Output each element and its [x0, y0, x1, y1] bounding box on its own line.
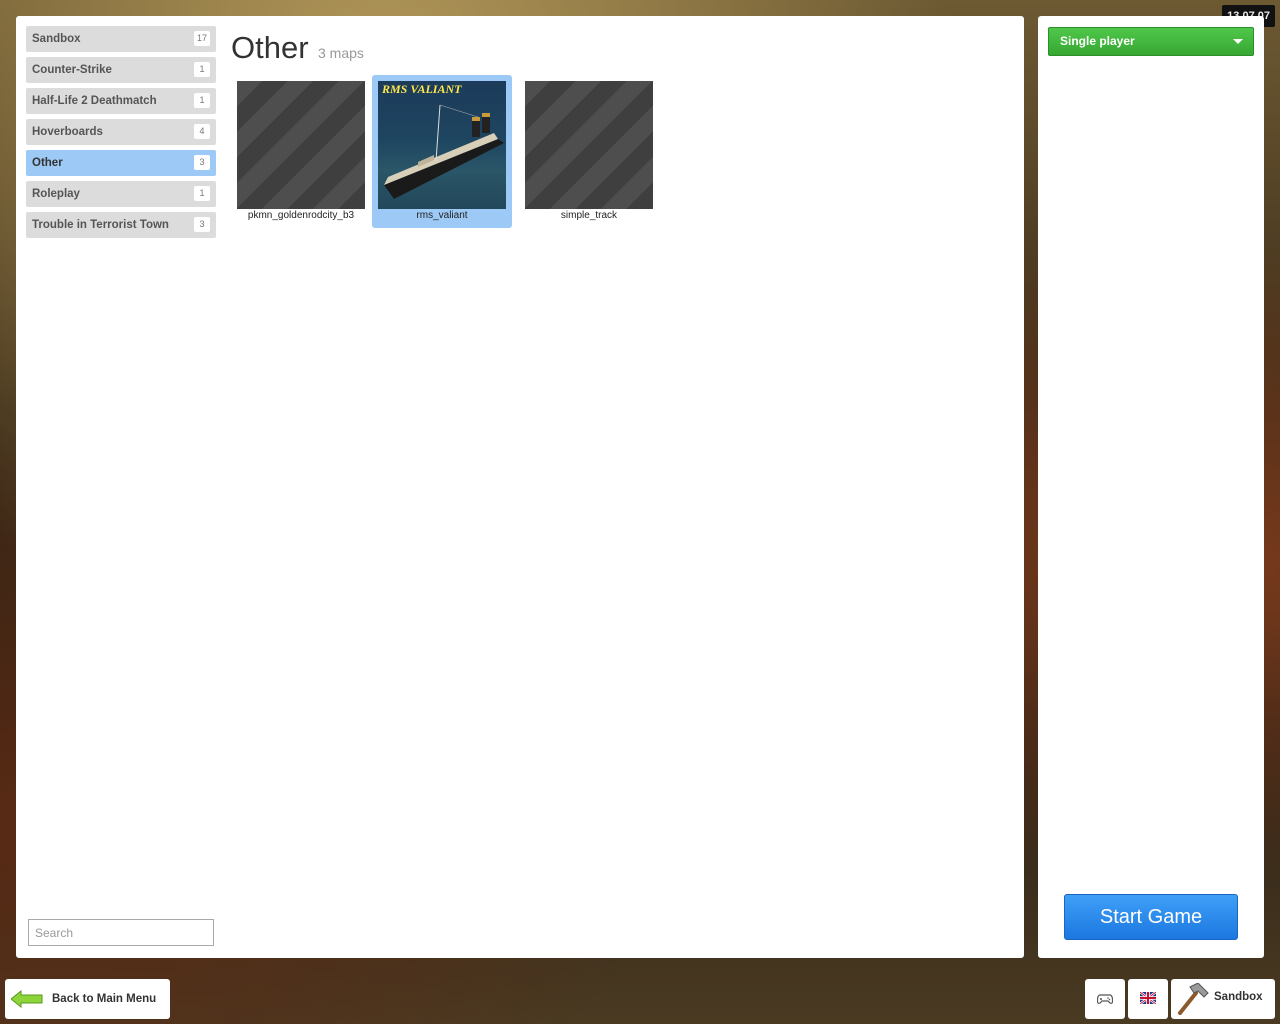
category-header: Other 3 maps: [231, 30, 364, 66]
back-arrow-icon: [11, 990, 43, 1008]
back-to-main-menu-button[interactable]: Back to Main Menu: [5, 979, 170, 1019]
category-item-roleplay[interactable]: Roleplay 1: [26, 181, 216, 207]
ship-image: [384, 104, 504, 199]
category-label: Trouble in Terrorist Town: [32, 219, 169, 231]
category-label: Hoverboards: [32, 126, 103, 138]
map-thumbnail: RMS VALIANT: [378, 81, 506, 209]
gamemode-button[interactable]: Sandbox: [1171, 979, 1275, 1019]
category-count-badge: 1: [194, 93, 210, 108]
category-count-badge: 3: [194, 217, 210, 232]
category-count-badge: 4: [194, 124, 210, 139]
category-item-sandbox[interactable]: Sandbox 17: [26, 26, 216, 52]
map-thumbnail-placeholder: [525, 81, 653, 209]
category-item-other[interactable]: Other 3: [26, 150, 216, 176]
map-tile[interactable]: pkmn_goldenrodcity_b3: [231, 75, 371, 228]
game-settings-panel: Single player Start Game: [1038, 16, 1264, 958]
category-count-badge: 1: [194, 62, 210, 77]
category-label: Other: [32, 157, 63, 169]
category-count-badge: 1: [194, 186, 210, 201]
map-tile[interactable]: simple_track: [519, 75, 659, 228]
category-item-counter-strike[interactable]: Counter-Strike 1: [26, 57, 216, 83]
map-thumbnail-placeholder: [237, 81, 365, 209]
map-browser-panel: Sandbox 17 Counter-Strike 1 Half-Life 2 …: [16, 16, 1024, 958]
gamepad-icon: [1097, 994, 1113, 1004]
map-count-label: 3 maps: [317, 45, 364, 61]
player-mode-value: Single player: [1060, 34, 1135, 48]
chevron-down-icon: [1233, 39, 1243, 44]
start-game-button[interactable]: Start Game: [1064, 894, 1238, 940]
uk-flag-icon: [1140, 992, 1156, 1004]
category-count-badge: 17: [193, 31, 210, 46]
category-item-hoverboards[interactable]: Hoverboards 4: [26, 119, 216, 145]
map-tile-selected[interactable]: RMS VALIANT rms_valiant: [372, 75, 512, 228]
category-item-ttt[interactable]: Trouble in Terrorist Town 3: [26, 212, 216, 238]
player-mode-select[interactable]: Single player: [1048, 27, 1254, 56]
category-label: Roleplay: [32, 188, 80, 200]
search-input[interactable]: [28, 919, 214, 946]
category-count-badge: 3: [194, 155, 210, 170]
category-item-hl2dm[interactable]: Half-Life 2 Deathmatch 1: [26, 88, 216, 114]
category-list: Sandbox 17 Counter-Strike 1 Half-Life 2 …: [26, 26, 216, 243]
map-name: pkmn_goldenrodcity_b3: [247, 210, 355, 221]
back-label: Back to Main Menu: [52, 993, 157, 1005]
category-label: Half-Life 2 Deathmatch: [32, 95, 157, 107]
category-label: Counter-Strike: [32, 64, 112, 76]
map-name: simple_track: [560, 210, 618, 221]
gamemode-label: Sandbox: [1214, 991, 1263, 1003]
language-button[interactable]: [1128, 979, 1168, 1019]
controller-button[interactable]: [1085, 979, 1125, 1019]
hammer-icon: [1178, 983, 1209, 1015]
category-label: Sandbox: [32, 33, 81, 45]
page-title: Other: [231, 30, 309, 65]
map-name: rms_valiant: [416, 210, 468, 221]
